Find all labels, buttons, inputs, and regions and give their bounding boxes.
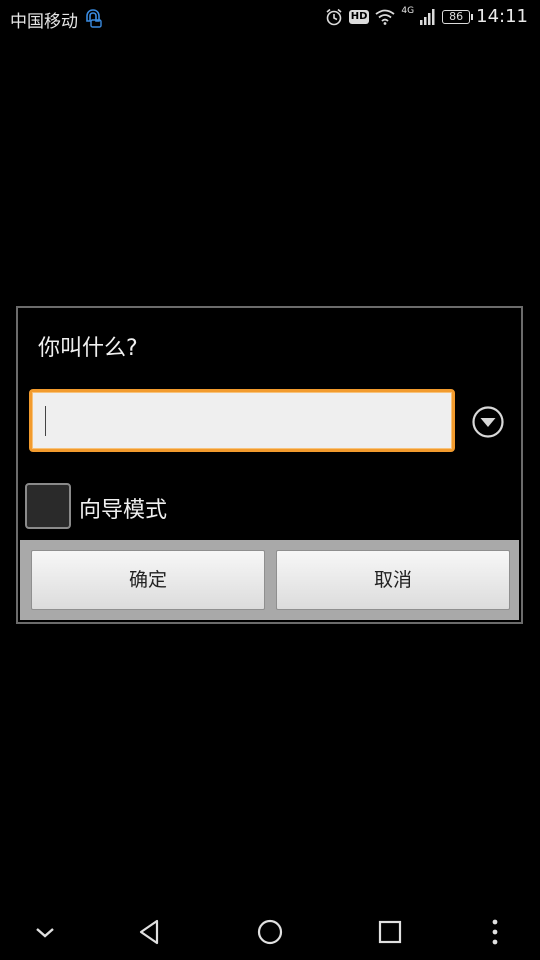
navigation-bar xyxy=(0,904,540,960)
dropdown-arrow-icon[interactable] xyxy=(471,405,505,439)
name-input[interactable] xyxy=(32,392,452,449)
battery-level: 86 xyxy=(449,9,464,23)
clock: 14:11 xyxy=(476,6,528,27)
wifi-icon xyxy=(375,9,395,25)
wizard-mode-label: 向导模式 xyxy=(79,498,168,523)
recents-icon[interactable] xyxy=(374,916,406,948)
hd-badge: HD xyxy=(348,9,370,24)
battery-icon: 86 xyxy=(442,9,474,24)
alarm-icon xyxy=(326,8,342,25)
name-input-box[interactable] xyxy=(29,389,455,452)
wizard-mode-checkbox[interactable] xyxy=(25,483,71,529)
dialog-button-bar: 确定 取消 xyxy=(20,540,519,620)
home-icon[interactable] xyxy=(254,916,286,948)
text-cursor xyxy=(45,406,46,436)
carrier-name: 中国移动 xyxy=(10,12,78,32)
hd-call-icon xyxy=(86,9,102,28)
network-type: 4G xyxy=(401,6,415,16)
dialog-title: 你叫什么? xyxy=(38,336,138,361)
name-dialog: 你叫什么? 向导模式 确定 取消 xyxy=(16,306,523,624)
ok-button[interactable]: 确定 xyxy=(31,550,265,610)
cancel-button[interactable]: 取消 xyxy=(276,550,510,610)
status-bar: 中国移动 HD 4G 86 14:11 xyxy=(0,0,540,36)
screen: 中国移动 HD 4G 86 14:11 你叫什么? 向导模式 确定 取消 xyxy=(0,0,540,960)
chevron-down-icon[interactable] xyxy=(29,916,61,948)
more-icon[interactable] xyxy=(479,916,511,948)
status-icons: HD 4G 86 14:11 xyxy=(325,6,528,27)
signal-icon xyxy=(420,8,435,25)
back-icon[interactable] xyxy=(134,916,166,948)
